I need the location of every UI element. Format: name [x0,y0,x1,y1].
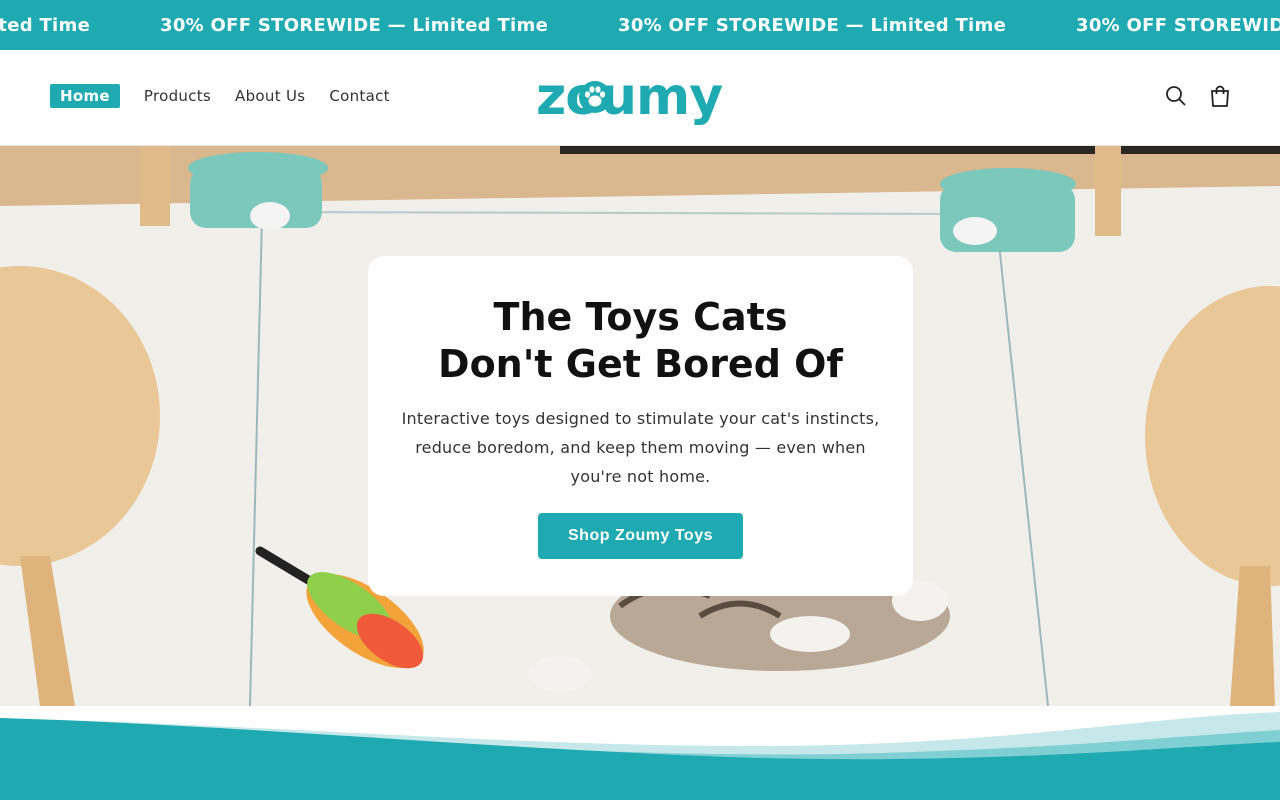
announcement-text: 30% OFF STOREWIDE — Limited Time [160,14,549,36]
logo[interactable]: zoumy [536,64,740,130]
hero-section: The Toys Cats Don't Get Bored Of Interac… [0,146,1280,706]
nav-item-contact[interactable]: Contact [329,87,389,105]
main-nav: Home Products About Us Contact [50,84,414,108]
hero-card: The Toys Cats Don't Get Bored Of Interac… [368,256,913,596]
announcement-text: 30% OFF STOREWIDE — Limited Time [1076,14,1280,36]
site-header: Home Products About Us Contact zoumy [0,50,1280,146]
logo-text: zoumy [536,67,723,127]
nav-item-products[interactable]: Products [144,87,211,105]
nav-item-home[interactable]: Home [50,84,120,108]
announcement-text: 30% OFF STOREWIDE — Limited Time [618,14,1007,36]
paw-icon [579,81,611,113]
announcement-bar: 30% OFF STOREWIDE — Limited Time 30% OFF… [0,0,1280,50]
shopping-bag-icon[interactable] [1208,84,1232,108]
header-actions [1144,84,1232,108]
hero-subtitle: Interactive toys designed to stimulate y… [401,409,880,486]
nav-item-about-us[interactable]: About Us [235,87,305,105]
wave-divider [0,706,1280,800]
announcement-text: 30% OFF STOREWIDE — Limited Time [0,14,91,36]
search-icon[interactable] [1164,84,1188,108]
shop-now-button[interactable]: Shop Zoumy Toys [538,513,743,559]
announcement-track: 30% OFF STOREWIDE — Limited Time 30% OFF… [0,0,1280,50]
hero-title: The Toys Cats Don't Get Bored Of [438,295,843,386]
